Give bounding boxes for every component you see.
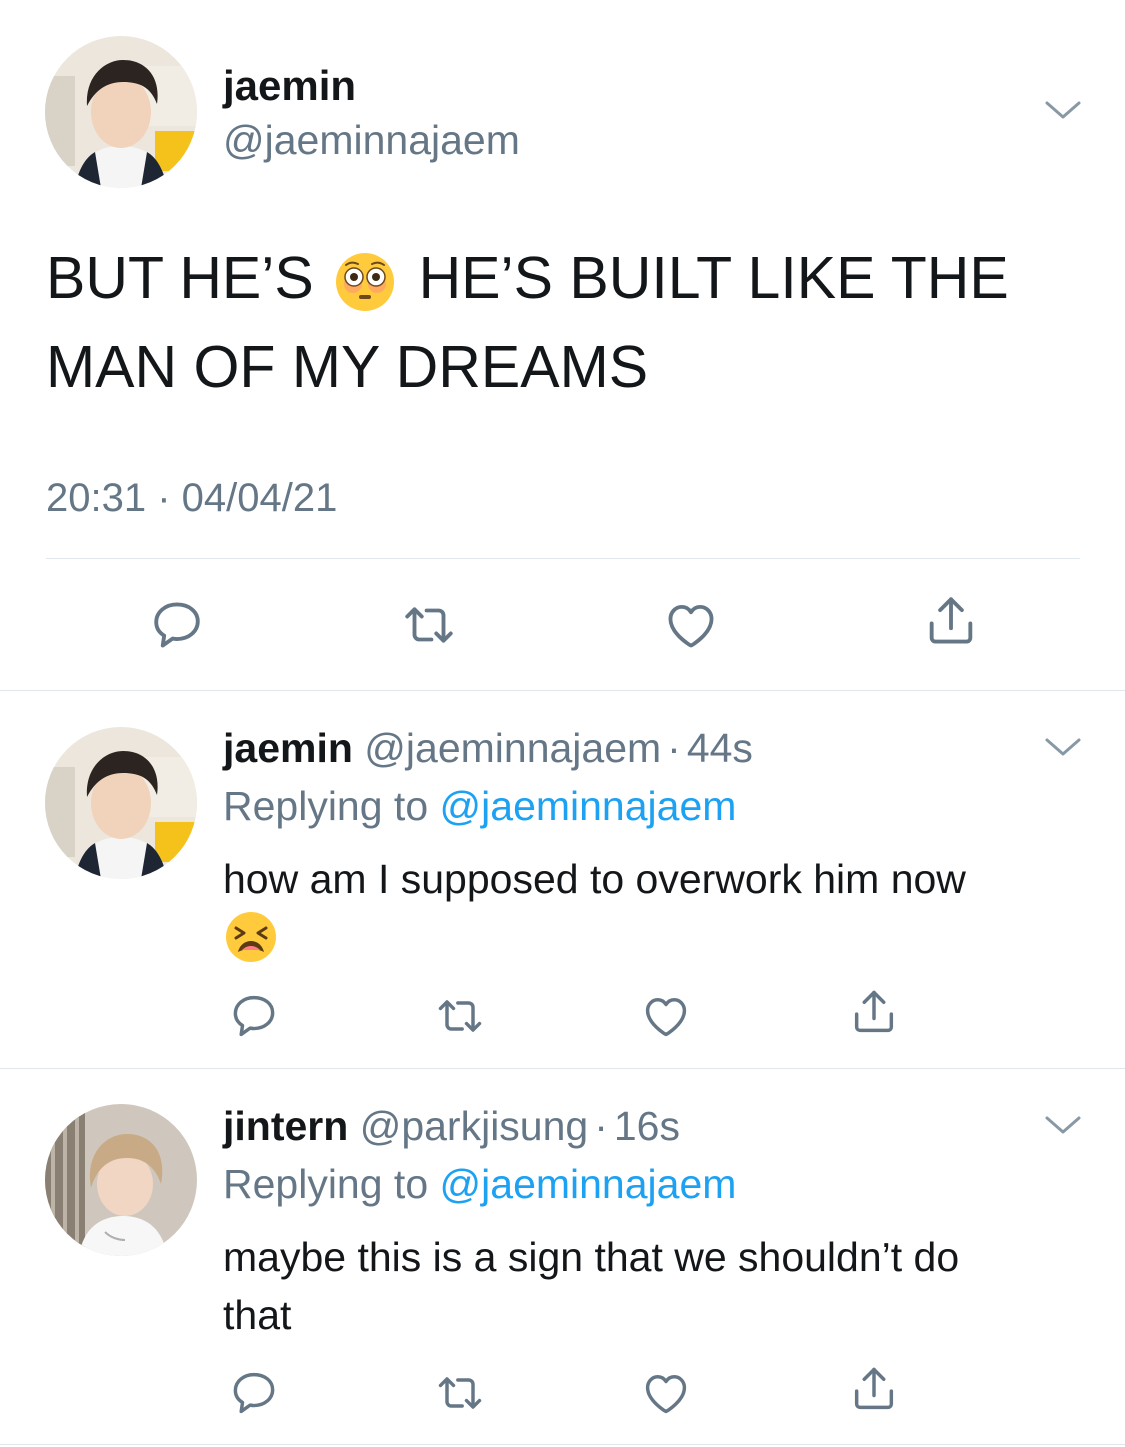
reply-button[interactable] [228, 1367, 280, 1419]
reply-separator: · [594, 1103, 608, 1149]
replying-to-handle[interactable]: @jaeminnajaem [440, 783, 737, 829]
heart-icon [640, 1367, 692, 1419]
replying-to-handle[interactable]: @jaeminnajaem [440, 1161, 737, 1207]
reply-icon [228, 990, 280, 1042]
replying-to-label: Replying to [223, 1161, 429, 1207]
retweet-button[interactable] [434, 990, 486, 1042]
retweet-icon [400, 596, 458, 654]
like-button[interactable] [640, 990, 692, 1042]
share-button[interactable] [848, 986, 900, 1038]
share-button[interactable] [848, 1363, 900, 1415]
replying-to: Replying to @jaeminnajaem [223, 780, 736, 832]
reply-display-name[interactable]: jintern [223, 1103, 348, 1149]
retweet-button[interactable] [434, 1367, 486, 1419]
heart-icon [662, 596, 720, 654]
reply-handle[interactable]: @jaeminnajaem [364, 725, 661, 771]
reply-display-name[interactable]: jaemin [223, 725, 353, 771]
divider [0, 1444, 1125, 1445]
share-icon [848, 986, 900, 1038]
reply-time[interactable]: 44s [687, 725, 753, 771]
like-button[interactable] [640, 1367, 692, 1419]
reply-separator: · [667, 725, 681, 771]
reply-icon [148, 596, 206, 654]
reply-text: how am I supposed to overwork him now [223, 856, 966, 902]
retweet-button[interactable] [400, 596, 458, 654]
share-icon [848, 1363, 900, 1415]
share-button[interactable] [922, 592, 980, 650]
divider [0, 690, 1125, 691]
like-button[interactable] [662, 596, 720, 654]
tweet-text-part1: BUT HE’S [46, 245, 314, 311]
author-display-name[interactable]: jaemin [223, 58, 356, 114]
flushed-face-emoji [334, 251, 396, 313]
tweet-text-line-1: BUT HE’S HE’S BUILT LIKE THE [46, 244, 1009, 313]
retweet-icon [434, 990, 486, 1042]
reply-text-line-1: maybe this is a sign that we shouldn’t d… [223, 1234, 960, 1280]
chevron-down-icon[interactable] [1043, 98, 1083, 122]
reply-time[interactable]: 16s [614, 1103, 680, 1149]
reply-handle[interactable]: @parkjisung [360, 1103, 589, 1149]
chevron-down-icon[interactable] [1043, 1113, 1083, 1137]
reply-header: jaemin @jaeminnajaem · 44s [223, 722, 753, 774]
avatar-jintern[interactable] [45, 1104, 197, 1256]
avatar-jaemin[interactable] [45, 727, 197, 879]
tired-face-emoji [224, 910, 278, 969]
reply-header: jintern @parkjisung · 16s [223, 1100, 680, 1152]
tweet-text-part2: HE’S BUILT LIKE THE [418, 245, 1009, 311]
share-icon [922, 592, 980, 650]
reply-icon [228, 1367, 280, 1419]
author-handle[interactable]: @jaeminnajaem [223, 114, 520, 166]
reply-button[interactable] [228, 990, 280, 1042]
chevron-down-icon[interactable] [1043, 735, 1083, 759]
retweet-icon [434, 1367, 486, 1419]
replying-to: Replying to @jaeminnajaem [223, 1158, 736, 1210]
divider [0, 1068, 1125, 1069]
avatar-jaemin[interactable] [45, 36, 197, 188]
divider [46, 558, 1080, 559]
reply-button[interactable] [148, 596, 206, 654]
reply-text-line-2: that [223, 1292, 292, 1338]
tweet-text-line-2: MAN OF MY DREAMS [46, 334, 649, 400]
heart-icon [640, 990, 692, 1042]
replying-to-label: Replying to [223, 783, 429, 829]
tweet-timestamp[interactable]: 20:31 · 04/04/21 [46, 474, 337, 522]
